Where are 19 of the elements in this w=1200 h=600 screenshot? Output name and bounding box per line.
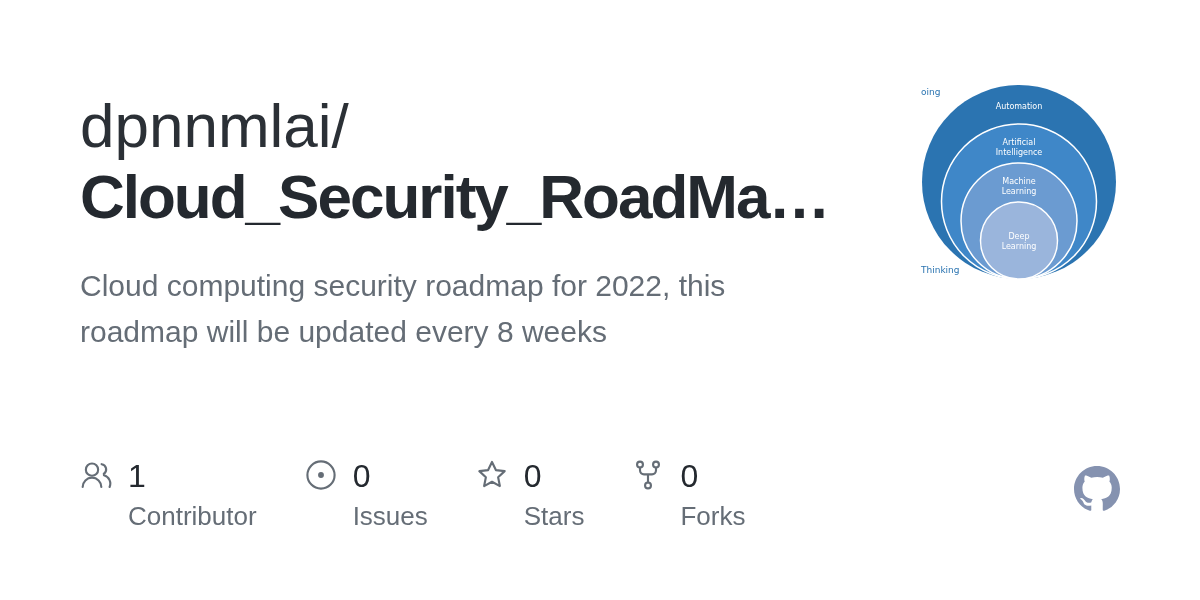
repo-name: Cloud_Security_RoadMa… (80, 161, 829, 232)
repo-owner: dpnnmlai/ (80, 90, 349, 161)
diagram-label: oing (921, 87, 941, 97)
diagram-label: Deep Learning (1001, 232, 1037, 251)
stat-count: 0 (680, 457, 699, 496)
stat-count: 1 (128, 457, 146, 496)
diagram-label: Thinking (921, 265, 960, 275)
logo-icon (1074, 466, 1120, 512)
stat-label: Stars (523, 500, 585, 533)
diagram-label: Artificial Intelligence (995, 138, 1043, 157)
stat-count: 0 (523, 457, 542, 496)
stat-label: Issues (352, 500, 428, 533)
diagram-label: Automation (995, 102, 1043, 111)
diagram-label: Machine Learning (1001, 177, 1037, 196)
repo-description: Cloud computing security roadmap for 2022, this roadmap will be updated every 8 weeks (80, 268, 727, 350)
stat-count: 0 (352, 457, 371, 496)
stat-label: Forks (680, 500, 746, 533)
circle-dot-icon (304, 459, 337, 491)
stat-label: Contributor (128, 500, 257, 533)
